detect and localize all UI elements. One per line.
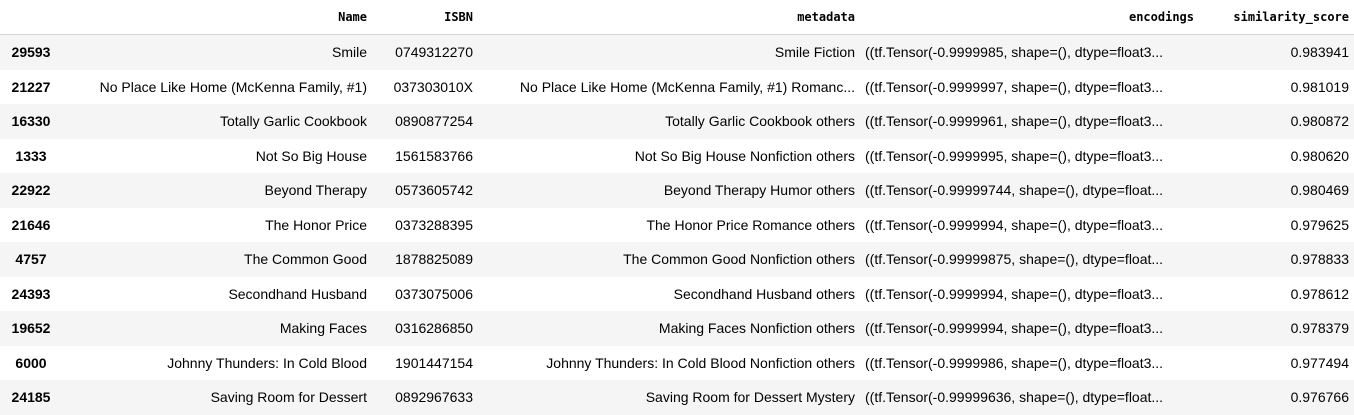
isbn-cell: 0892967633 [395, 389, 473, 406]
table-row: 22922 Beyond Therapy 0573605742 Beyond Ther… [0, 173, 1354, 208]
row-index: 29593 [11, 44, 51, 61]
isbn-cell: 1561583766 [395, 147, 473, 164]
isbn-cell: 0373075006 [395, 285, 473, 302]
encodings-cell: ((tf.Tensor(-0.9999994, shape=(), dtype=… [865, 320, 1164, 337]
row-index: 1333 [15, 147, 47, 164]
table-row: 1333 Not So Big House 1561583766 Not So Big… [0, 138, 1354, 173]
table-row: 21227 No Place Like Home (McKenna Family,… [0, 69, 1354, 104]
encodings-cell: ((tf.Tensor(-0.99999875, shape=(), dtype… [865, 251, 1164, 268]
table-row: 21646 The Honor Price 0373288395 The Honor … [0, 207, 1354, 242]
row-index: 21227 [11, 78, 51, 95]
name-cell: No Place Like Home (McKenna Family, #1) [99, 78, 367, 95]
metadata-cell: Beyond Therapy Humor others [663, 182, 855, 199]
encodings-cell: ((tf.Tensor(-0.9999994, shape=(), dtype=… [865, 285, 1164, 302]
isbn-cell: 0373288395 [395, 216, 473, 233]
name-cell: Making Faces [279, 320, 367, 337]
isbn-cell: 0890877254 [395, 113, 473, 130]
similarity-score-cell: 0.978612 [1290, 285, 1349, 302]
table-row: 29593 Smile 0749312270 Smile Fiction ((tf.Te… [0, 34, 1354, 70]
metadata-cell: The Common Good Nonfiction others [623, 251, 855, 268]
similarity-score-cell: 0.978379 [1290, 320, 1349, 337]
metadata-cell: Making Faces Nonfiction others [658, 320, 855, 337]
name-cell: Beyond Therapy [264, 182, 367, 199]
encodings-cell: ((tf.Tensor(-0.9999997, shape=(), dtype=… [865, 78, 1164, 95]
similarity-score-cell: 0.979625 [1290, 216, 1349, 233]
name-cell: Totally Garlic Cookbook [219, 113, 367, 130]
isbn-cell: 1901447154 [395, 354, 473, 371]
row-index: 24393 [11, 285, 51, 302]
isbn-cell: 0749312270 [395, 44, 473, 61]
name-cell: The Honor Price [265, 216, 367, 233]
similarity-score-cell: 0.978833 [1290, 251, 1349, 268]
table-row: 19652 Making Faces 0316286850 Making Faces … [0, 311, 1354, 346]
similarity-score-cell: 0.983941 [1290, 44, 1349, 61]
metadata-cell: Smile Fiction [774, 44, 855, 61]
isbn-cell: 037303010X [393, 78, 473, 95]
table-row: 24393 Secondhand Husband 0373075006 Secondh… [0, 276, 1354, 311]
isbn-cell: 1878825089 [395, 251, 473, 268]
table-row: 24185 Saving Room for Dessert 0892967633 Sa… [0, 380, 1354, 415]
metadata-column-header: metadata [478, 0, 860, 35]
metadata-cell: Totally Garlic Cookbook others [665, 113, 855, 130]
name-cell: Secondhand Husband [228, 285, 367, 302]
metadata-cell: Secondhand Husband others [673, 285, 855, 302]
table-header: Name ISBN metadata encodings similarity_… [0, 0, 1354, 35]
similarity-score-cell: 0.981019 [1290, 78, 1349, 95]
metadata-cell: Johnny Thunders: In Cold Blood Nonfictio… [546, 354, 855, 371]
isbn-cell: 0573605742 [395, 182, 473, 199]
isbn-cell: 0316286850 [395, 320, 473, 337]
encodings-cell: ((tf.Tensor(-0.99999744, shape=(), dtype… [865, 182, 1164, 199]
isbn-column-header: ISBN [372, 0, 478, 35]
index-column-header [0, 0, 62, 35]
encodings-column-header: encodings [860, 0, 1199, 35]
header-row: Name ISBN metadata encodings similarity_… [0, 0, 1354, 35]
similarity-score-column-header: similarity_score [1199, 0, 1354, 35]
row-index: 24185 [11, 389, 51, 406]
name-cell: Johnny Thunders: In Cold Blood [167, 354, 367, 371]
similarity-score-cell: 0.980620 [1290, 147, 1349, 164]
similarity-score-cell: 0.980872 [1290, 113, 1349, 130]
row-index: 22922 [11, 182, 51, 199]
name-cell: Smile [331, 44, 367, 61]
row-index: 19652 [11, 320, 51, 337]
encodings-cell: ((tf.Tensor(-0.9999986, shape=(), dtype=… [865, 354, 1164, 371]
name-cell: Saving Room for Dessert [210, 389, 367, 406]
encodings-cell: ((tf.Tensor(-0.99999636, shape=(), dtype… [865, 389, 1164, 406]
name-cell: Not So Big House [255, 147, 367, 164]
table-row: 4757 The Common Good 1878825089 The Common … [0, 242, 1354, 277]
name-column-header: Name [62, 0, 372, 35]
encodings-cell: ((tf.Tensor(-0.9999985, shape=(), dtype=… [865, 44, 1164, 61]
encodings-cell: ((tf.Tensor(-0.9999995, shape=(), dtype=… [865, 147, 1164, 164]
similarity-score-cell: 0.977494 [1290, 354, 1349, 371]
row-index: 16330 [11, 113, 51, 130]
metadata-cell: Not So Big House Nonfiction others [634, 147, 855, 164]
table-row: 16330 Totally Garlic Cookbook 0890877254 To… [0, 104, 1354, 139]
similarity-score-cell: 0.976766 [1290, 389, 1349, 406]
row-index: 21646 [11, 216, 51, 233]
table-row: 6000 Johnny Thunders: In Cold Blood 190144… [0, 345, 1354, 380]
metadata-cell: No Place Like Home (McKenna Family, #1) … [519, 78, 855, 95]
dataframe-table: Name ISBN metadata encodings similarity_… [0, 0, 1354, 415]
name-cell: The Common Good [244, 251, 367, 268]
metadata-cell: The Honor Price Romance others [646, 216, 855, 233]
row-index: 4757 [15, 251, 47, 268]
metadata-cell: Saving Room for Dessert Mystery [645, 389, 855, 406]
encodings-cell: ((tf.Tensor(-0.9999961, shape=(), dtype=… [865, 113, 1164, 130]
row-index: 6000 [15, 354, 47, 371]
table-body: 29593 Smile 0749312270 Smile Fiction ((tf.Te… [0, 34, 1354, 415]
encodings-cell: ((tf.Tensor(-0.9999994, shape=(), dtype=… [865, 216, 1164, 233]
similarity-score-cell: 0.980469 [1290, 182, 1349, 199]
